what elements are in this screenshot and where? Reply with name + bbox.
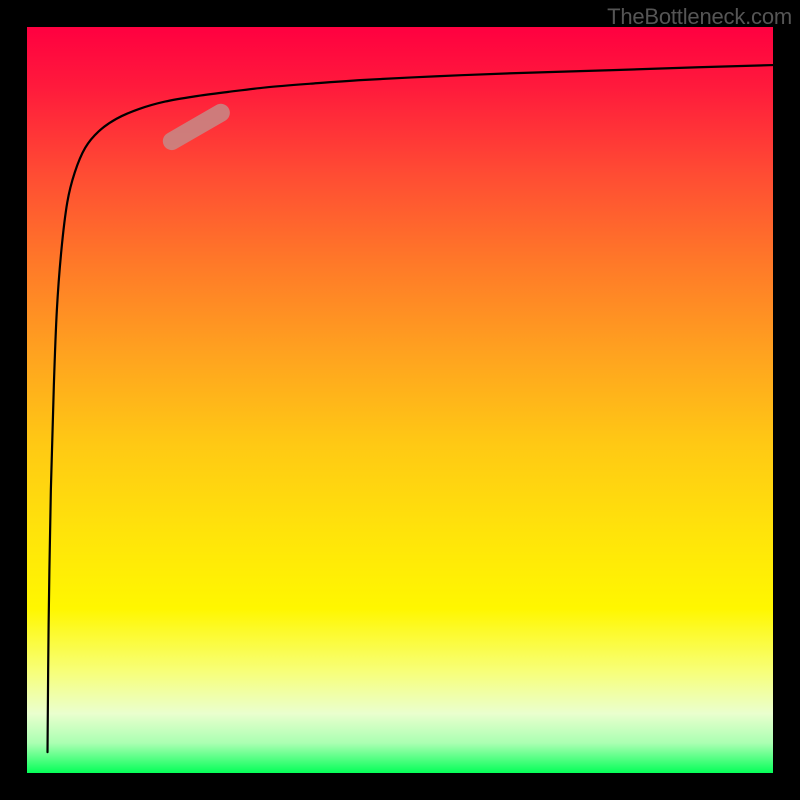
curve-marker bbox=[160, 101, 234, 154]
plot-area bbox=[27, 27, 773, 773]
chart-canvas: TheBottleneck.com bbox=[0, 0, 800, 800]
attribution-text: TheBottleneck.com bbox=[607, 4, 792, 30]
curve-layer bbox=[27, 27, 773, 773]
bottleneck-curve bbox=[48, 65, 773, 752]
